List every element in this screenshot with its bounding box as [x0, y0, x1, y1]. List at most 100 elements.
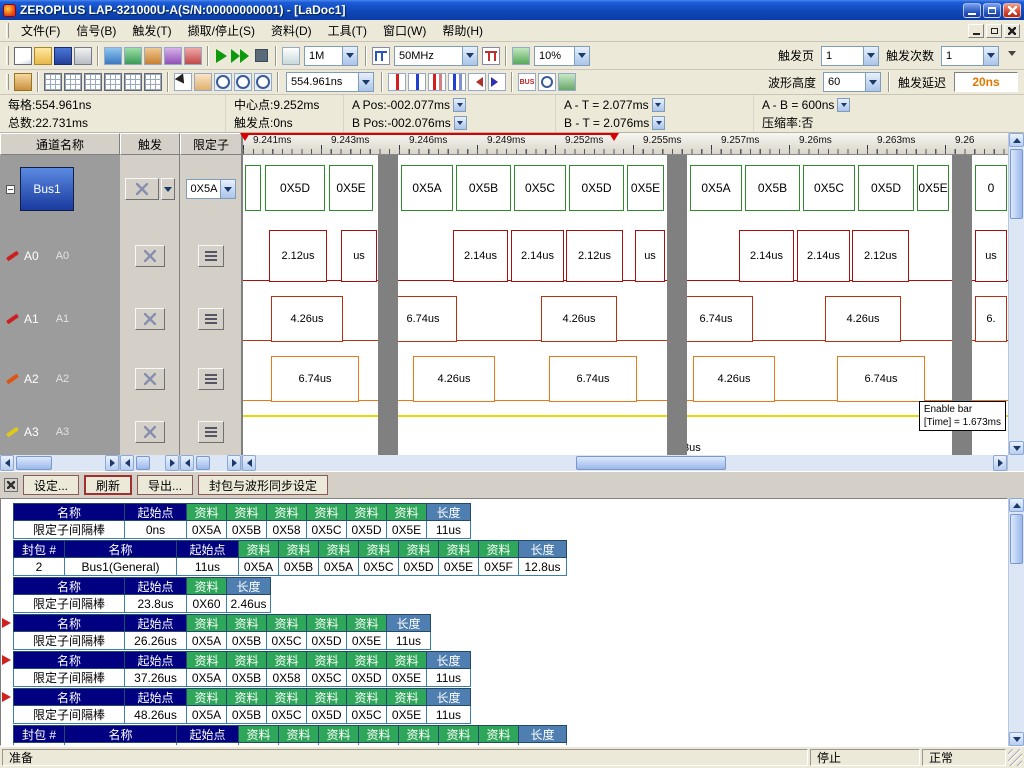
repeat-run-icon[interactable] — [230, 47, 250, 65]
packet-value-cell[interactable] — [65, 743, 177, 746]
time-per-div-combo[interactable]: 554.961ns — [286, 72, 374, 92]
packet-value-cell[interactable]: 2 — [13, 558, 65, 576]
packet-value-cell[interactable]: 0X5A — [187, 632, 227, 650]
packet-value-cell[interactable]: 0X5C — [267, 706, 307, 724]
scroll-thumb[interactable] — [576, 456, 726, 470]
waveform-vertical-scrollbar[interactable] — [1008, 133, 1024, 455]
menu-item[interactable]: 信号(B) — [68, 19, 124, 42]
b-bar-icon[interactable] — [408, 73, 426, 91]
packet-value-cell[interactable] — [359, 743, 399, 746]
sample-depth-combo[interactable]: 1M — [304, 46, 358, 66]
scroll-left-button[interactable] — [180, 455, 194, 471]
grid-icon-2[interactable] — [64, 73, 82, 91]
grid-icon-6[interactable] — [144, 73, 162, 91]
packet-toolbar-button[interactable]: 设定... — [23, 475, 79, 495]
combo-dropdown-button[interactable] — [342, 47, 357, 65]
packet-value-cell[interactable]: 0X5D — [347, 669, 387, 687]
zoom-ratio-icon[interactable] — [512, 47, 530, 65]
scroll-right-button[interactable] — [227, 455, 241, 471]
packet-value-cell[interactable]: 23.8us — [125, 595, 187, 613]
prev-edge-icon[interactable] — [468, 73, 486, 91]
packet-value-cell[interactable]: 0X5D — [307, 632, 347, 650]
packet-value-cell[interactable]: 2.46us — [227, 595, 271, 613]
bus-trigger-button[interactable] — [125, 178, 159, 200]
a3-waveform-row[interactable]: 3us — [243, 409, 1008, 455]
find-icon[interactable] — [538, 73, 556, 91]
toolbar-grip[interactable] — [6, 23, 9, 38]
a2-waveform-row[interactable]: 6.74us4.26us6.74us4.26us6.74us — [243, 349, 1008, 409]
packet-value-cell[interactable]: 0X5B — [227, 521, 267, 539]
packet-value-cell[interactable] — [479, 743, 519, 746]
combo-dropdown-button[interactable] — [574, 47, 589, 65]
b2-bar-icon[interactable] — [448, 73, 466, 91]
scroll-thumb[interactable] — [196, 456, 210, 470]
trigger-page-combo[interactable]: 1 — [821, 46, 879, 66]
module-setup-icon[interactable] — [184, 47, 202, 65]
scroll-left-button[interactable] — [0, 455, 14, 471]
resize-grip[interactable] — [1008, 749, 1022, 766]
bus-trigger-dropdown[interactable] — [161, 178, 175, 200]
grid-icon-4[interactable] — [104, 73, 122, 91]
packet-value-cell[interactable]: 0X5A — [239, 558, 279, 576]
packet-value-cell[interactable]: 0X5C — [347, 706, 387, 724]
trigger-condition-button[interactable] — [135, 308, 165, 330]
trigger-condition-button[interactable] — [135, 368, 165, 390]
packet-value-cell[interactable]: 0X5E — [387, 706, 427, 724]
channel-row-a0[interactable]: A0A0 — [0, 223, 120, 289]
packet-value-cell[interactable]: 11us — [427, 706, 471, 724]
wave-height-combo[interactable]: 60 — [823, 72, 881, 92]
qualifier-button[interactable] — [198, 421, 224, 443]
grid-icon-1[interactable] — [44, 73, 62, 91]
packet-value-cell[interactable]: 12.8us — [519, 558, 567, 576]
packet-value-cell[interactable]: 0X5B — [227, 706, 267, 724]
channel-row-bus[interactable]: Bus1 — [0, 155, 120, 223]
scroll-right-button[interactable] — [105, 455, 119, 471]
scroll-track[interactable] — [1009, 147, 1024, 441]
toolbar-grip[interactable] — [6, 74, 9, 91]
combo-dropdown-button[interactable] — [865, 73, 880, 91]
packet-value-cell[interactable]: 0X5A — [319, 558, 359, 576]
packet-value-cell[interactable]: 0X5A — [187, 521, 227, 539]
packet-value-cell[interactable]: 26.26us — [125, 632, 187, 650]
sync-icon[interactable] — [558, 73, 576, 91]
scroll-down-button[interactable] — [1009, 732, 1024, 746]
open-file-icon[interactable] — [34, 47, 52, 65]
zoom-fit-icon[interactable] — [254, 73, 272, 91]
packet-value-cell[interactable]: 限定子间隔棒 — [13, 706, 125, 724]
stack-setup-icon[interactable] — [164, 47, 182, 65]
pulse-icon[interactable] — [482, 47, 500, 65]
a2-bar-icon[interactable] — [428, 73, 446, 91]
qualifier-button[interactable] — [198, 245, 224, 267]
scroll-thumb[interactable] — [1010, 149, 1023, 219]
hand-icon[interactable] — [194, 73, 212, 91]
mdi-close-button[interactable] — [1004, 24, 1020, 38]
close-button[interactable] — [1003, 3, 1021, 18]
packet-value-cell[interactable]: 0X5D — [307, 706, 347, 724]
packet-value-cell[interactable]: 0X5D — [347, 521, 387, 539]
channel-row-a1[interactable]: A1A1 — [0, 289, 120, 349]
scroll-thumb[interactable] — [136, 456, 150, 470]
packet-value-cell[interactable]: 11us — [387, 632, 431, 650]
packet-value-cell[interactable]: 0X5D — [399, 558, 439, 576]
packet-panel-close-button[interactable] — [4, 478, 18, 492]
waveform-rows[interactable]: 0X5D0X5E0X5A0X5B0X5C0X5D0X5E0X5A0X5B0X5C… — [243, 155, 1008, 455]
menu-item[interactable]: 撷取/停止(S) — [180, 19, 263, 42]
maximize-button[interactable] — [983, 3, 1001, 18]
packet-value-cell[interactable]: 0X5E — [387, 521, 427, 539]
depth-icon[interactable] — [282, 47, 300, 65]
qualifier-button[interactable] — [198, 368, 224, 390]
packet-value-cell[interactable]: 0X5C — [307, 669, 347, 687]
menu-item[interactable]: 工具(T) — [320, 19, 375, 42]
bus-waveform-row[interactable]: 0X5D0X5E0X5A0X5B0X5C0X5D0X5E0X5A0X5B0X5C… — [243, 155, 1008, 223]
zoom-in-icon[interactable] — [214, 73, 232, 91]
packet-value-cell[interactable]: 0X5A — [187, 706, 227, 724]
home-icon[interactable] — [14, 73, 32, 91]
packet-value-cell[interactable] — [13, 743, 65, 746]
menu-item[interactable]: 窗口(W) — [375, 19, 434, 42]
combo-dropdown-button[interactable] — [358, 73, 373, 91]
print-icon[interactable] — [74, 47, 92, 65]
packet-value-cell[interactable]: 0X5B — [227, 632, 267, 650]
packet-value-cell[interactable]: 11us — [177, 558, 239, 576]
time-ruler[interactable]: 9.241ms9.243ms9.246ms9.249ms9.252ms9.255… — [243, 133, 1008, 155]
packet-vertical-scrollbar[interactable] — [1008, 498, 1024, 746]
